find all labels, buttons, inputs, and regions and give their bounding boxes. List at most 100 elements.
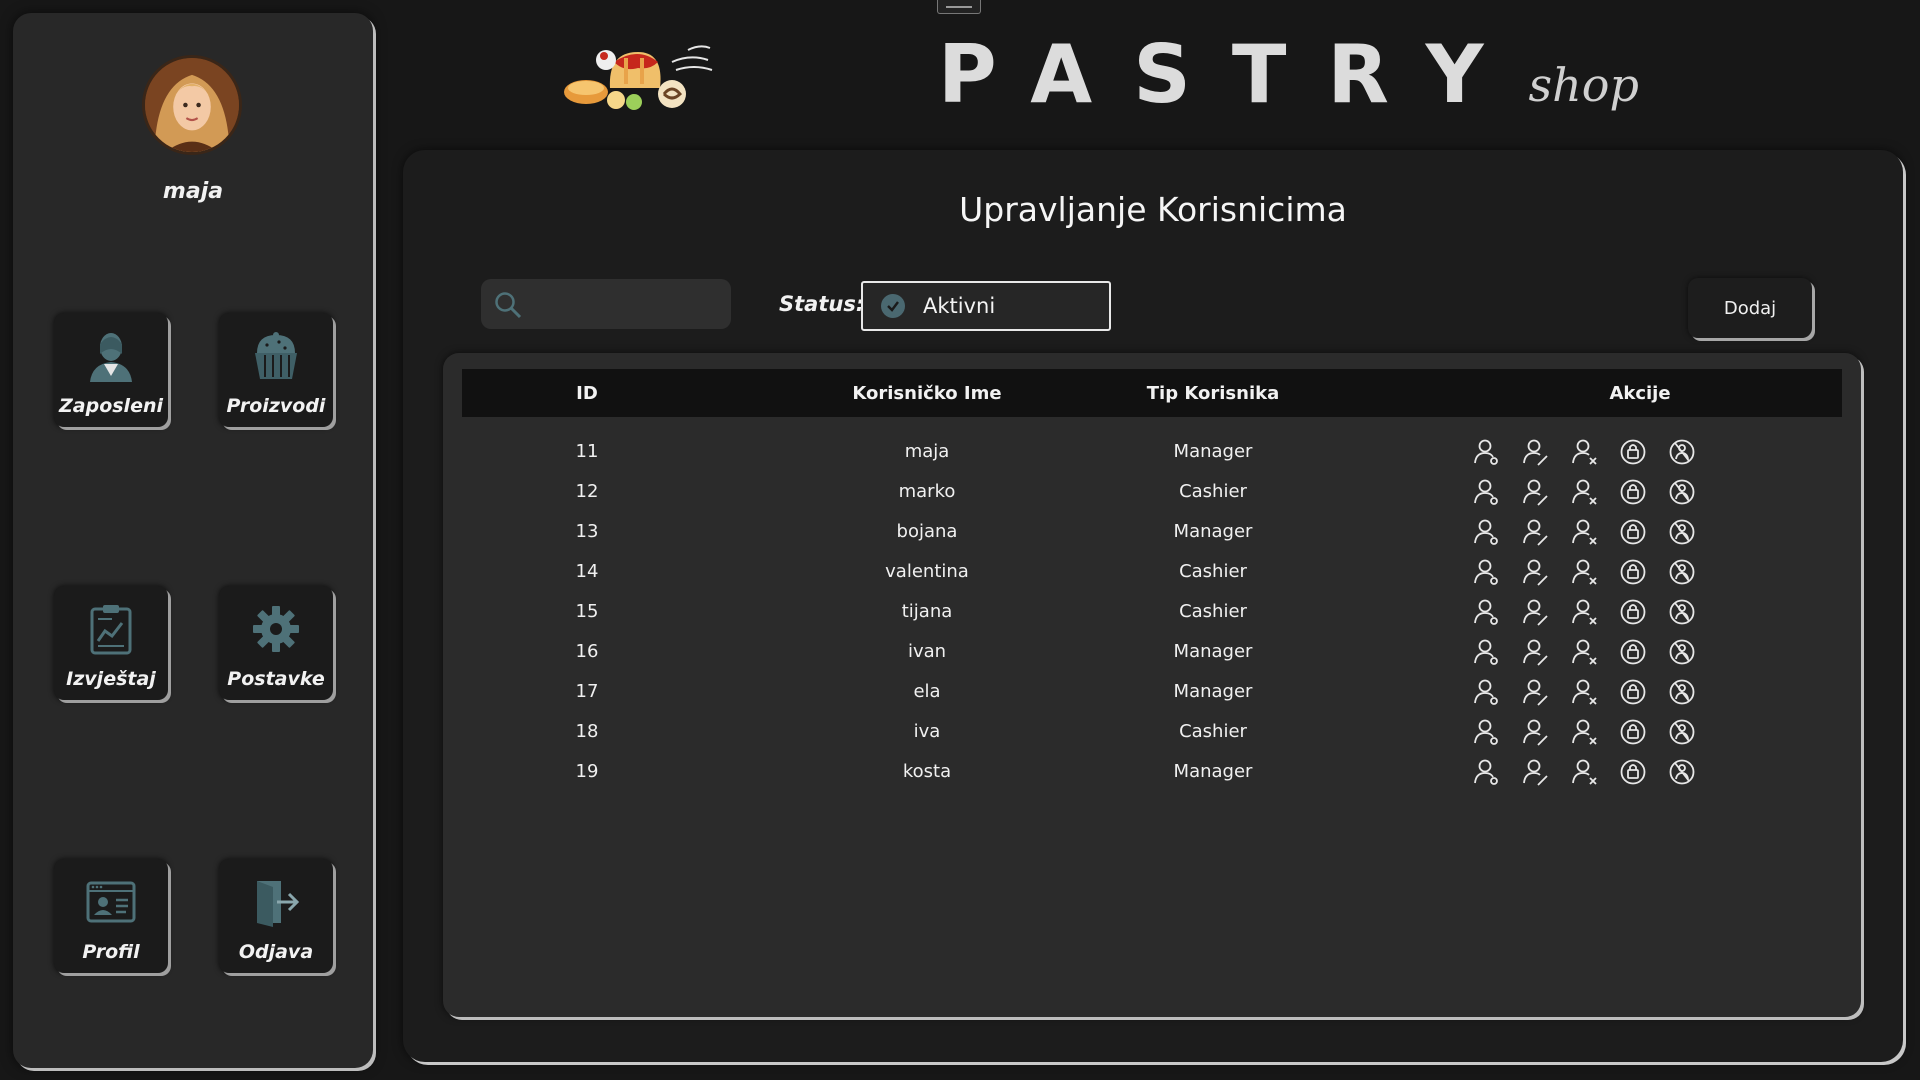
reset-password-icon[interactable] xyxy=(1667,637,1697,667)
table-row[interactable]: 15 tijana Cashier xyxy=(462,593,1842,633)
view-user-icon[interactable] xyxy=(1471,677,1501,707)
cell-username: maja xyxy=(904,441,950,462)
table-row[interactable]: 13 bojana Manager xyxy=(462,513,1842,553)
search-input[interactable] xyxy=(529,287,719,321)
edit-user-icon[interactable] xyxy=(1520,717,1550,747)
table-body: 11 maja Manager 12 marko Cashier 13 boja… xyxy=(462,433,1842,793)
edit-user-icon[interactable] xyxy=(1520,597,1550,627)
edit-user-icon[interactable] xyxy=(1520,677,1550,707)
delete-user-icon[interactable] xyxy=(1569,597,1599,627)
edit-user-icon[interactable] xyxy=(1520,757,1550,787)
view-user-icon[interactable] xyxy=(1471,437,1501,467)
cell-username: marko xyxy=(898,481,956,502)
view-user-icon[interactable] xyxy=(1471,757,1501,787)
reset-password-icon[interactable] xyxy=(1667,557,1697,587)
table-row[interactable]: 11 maja Manager xyxy=(462,433,1842,473)
delete-user-icon[interactable] xyxy=(1569,477,1599,507)
nav-tile-izvjestaj[interactable]: Izvještaj xyxy=(54,586,168,700)
table-row[interactable]: 14 valentina Cashier xyxy=(462,553,1842,593)
lock-user-icon[interactable] xyxy=(1618,477,1648,507)
nav-tile-label: Proizvodi xyxy=(226,395,326,417)
row-actions xyxy=(1471,717,1697,747)
delete-user-icon[interactable] xyxy=(1569,637,1599,667)
sidebar: maja Zaposleni Proizvodi Izvještaj Posta… xyxy=(13,13,373,1068)
reset-password-icon[interactable] xyxy=(1667,517,1697,547)
nav-tile-postavke[interactable]: Postavke xyxy=(219,586,333,700)
column-header-username[interactable]: Korisničko Ime xyxy=(787,383,1067,404)
profile-card-icon xyxy=(54,875,168,929)
add-user-button[interactable]: Dodaj xyxy=(1688,278,1812,338)
view-user-icon[interactable] xyxy=(1471,517,1501,547)
cell-user-type: Manager xyxy=(1173,761,1253,782)
page-title: Upravljanje Korisnicima xyxy=(959,190,1347,229)
cell-user-type: Cashier xyxy=(1179,561,1247,582)
row-actions xyxy=(1471,517,1697,547)
nav-tile-profil[interactable]: Profil xyxy=(54,859,168,973)
edit-user-icon[interactable] xyxy=(1520,637,1550,667)
brand-title: PASTRY shop xyxy=(938,30,1639,120)
reset-password-icon[interactable] xyxy=(1667,677,1697,707)
table-row[interactable]: 18 iva Cashier xyxy=(462,713,1842,753)
report-icon xyxy=(54,602,168,656)
cell-user-type: Cashier xyxy=(1179,601,1247,622)
cell-username: ivan xyxy=(907,641,947,662)
delete-user-icon[interactable] xyxy=(1569,437,1599,467)
window-drag-handle[interactable] xyxy=(937,0,981,14)
reset-password-icon[interactable] xyxy=(1667,597,1697,627)
avatar[interactable] xyxy=(142,55,242,155)
table-row[interactable]: 17 ela Manager xyxy=(462,673,1842,713)
search-box[interactable] xyxy=(481,279,731,329)
status-select[interactable]: Aktivni xyxy=(861,281,1111,331)
nav-tile-zaposleni[interactable]: Zaposleni xyxy=(54,313,168,427)
delete-user-icon[interactable] xyxy=(1569,757,1599,787)
reset-password-icon[interactable] xyxy=(1667,437,1697,467)
reset-password-icon[interactable] xyxy=(1667,477,1697,507)
view-user-icon[interactable] xyxy=(1471,637,1501,667)
view-user-icon[interactable] xyxy=(1471,477,1501,507)
delete-user-icon[interactable] xyxy=(1569,717,1599,747)
lock-user-icon[interactable] xyxy=(1618,717,1648,747)
delete-user-icon[interactable] xyxy=(1569,517,1599,547)
row-actions xyxy=(1471,557,1697,587)
cell-id: 11 xyxy=(575,441,599,462)
nav-tile-label: Profil xyxy=(82,941,140,963)
column-header-actions: Akcije xyxy=(1609,382,1671,404)
lock-user-icon[interactable] xyxy=(1618,437,1648,467)
cell-username: ela xyxy=(913,681,941,702)
lock-user-icon[interactable] xyxy=(1618,757,1648,787)
reset-password-icon[interactable] xyxy=(1667,717,1697,747)
delete-user-icon[interactable] xyxy=(1569,677,1599,707)
lock-user-icon[interactable] xyxy=(1618,597,1648,627)
column-header-id[interactable]: ID xyxy=(562,383,612,404)
edit-user-icon[interactable] xyxy=(1520,437,1550,467)
table-row[interactable]: 12 marko Cashier xyxy=(462,473,1842,513)
lock-user-icon[interactable] xyxy=(1618,637,1648,667)
nav-tile-odjava[interactable]: Odjava xyxy=(219,859,333,973)
username: maja xyxy=(162,179,224,204)
edit-user-icon[interactable] xyxy=(1520,477,1550,507)
status-label: Status: xyxy=(779,292,865,316)
users-table: ID Korisničko Ime Tip Korisnika Akcije 1… xyxy=(443,353,1861,1017)
table-row[interactable]: 19 kosta Manager xyxy=(462,753,1842,793)
view-user-icon[interactable] xyxy=(1471,717,1501,747)
row-actions xyxy=(1471,637,1697,667)
nav-tile-label: Zaposleni xyxy=(59,395,163,417)
cell-id: 19 xyxy=(575,761,599,782)
lock-user-icon[interactable] xyxy=(1618,517,1648,547)
column-header-user-type[interactable]: Tip Korisnika xyxy=(1073,383,1353,404)
reset-password-icon[interactable] xyxy=(1667,757,1697,787)
edit-user-icon[interactable] xyxy=(1520,557,1550,587)
cell-id: 13 xyxy=(575,521,599,542)
cell-user-type: Cashier xyxy=(1179,481,1247,502)
edit-user-icon[interactable] xyxy=(1520,517,1550,547)
nav-tile-proizvodi[interactable]: Proizvodi xyxy=(219,313,333,427)
lock-user-icon[interactable] xyxy=(1618,677,1648,707)
main-panel: Upravljanje Korisnicima Status: Aktivni … xyxy=(403,150,1903,1062)
search-icon xyxy=(495,292,522,319)
view-user-icon[interactable] xyxy=(1471,557,1501,587)
cell-id: 14 xyxy=(575,561,599,582)
lock-user-icon[interactable] xyxy=(1618,557,1648,587)
delete-user-icon[interactable] xyxy=(1569,557,1599,587)
view-user-icon[interactable] xyxy=(1471,597,1501,627)
table-row[interactable]: 16 ivan Manager xyxy=(462,633,1842,673)
